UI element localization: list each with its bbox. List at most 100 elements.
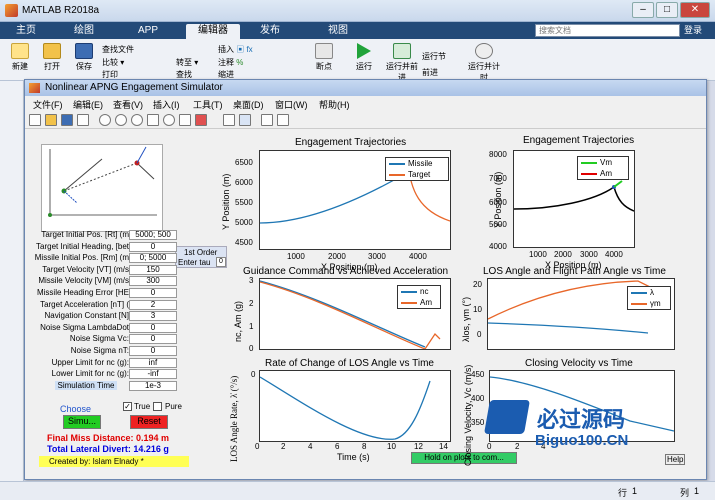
maximize-button[interactable]: □ bbox=[656, 2, 678, 18]
param-input[interactable]: 3 bbox=[129, 311, 177, 322]
tab-publish[interactable]: 发布 bbox=[250, 24, 290, 39]
param-input[interactable]: 0 bbox=[129, 346, 177, 356]
plot3-ytick: 0 bbox=[249, 344, 254, 353]
menu-edit[interactable]: 编辑(E) bbox=[73, 98, 103, 111]
new-button[interactable]: 新建 bbox=[6, 43, 34, 72]
breakpoints-button[interactable]: 断点 bbox=[310, 43, 338, 72]
plot1-ytick: 5500 bbox=[235, 198, 253, 207]
gamma-line bbox=[487, 280, 651, 320]
plot1-legend: Missile Target bbox=[385, 157, 449, 181]
param-label: Missile Heading Error [HE bbox=[36, 288, 129, 297]
engagement-geometry-diagram bbox=[41, 144, 163, 232]
comment-button[interactable]: 注释 % bbox=[218, 57, 243, 68]
save-figure-icon[interactable] bbox=[61, 114, 73, 126]
param-input[interactable]: 2 bbox=[129, 299, 177, 310]
param-input[interactable]: 5000; 500 bbox=[129, 230, 177, 240]
zoom-in-icon[interactable] bbox=[115, 114, 127, 126]
row-value: 1 bbox=[632, 486, 638, 496]
reset-button[interactable]: Reset bbox=[130, 415, 168, 429]
rotate-icon[interactable] bbox=[163, 114, 175, 126]
brush-icon[interactable] bbox=[195, 114, 207, 126]
run-button[interactable]: 运行 bbox=[350, 43, 378, 72]
first-order-label: 1st Order bbox=[184, 248, 218, 257]
plot2-ylabel: Y Position (m) bbox=[493, 171, 503, 228]
find-files-button[interactable]: 查找文件 bbox=[102, 44, 134, 55]
help-button[interactable]: Help bbox=[665, 454, 686, 465]
login-link[interactable]: 登录 bbox=[684, 23, 702, 36]
menu-desktop[interactable]: 桌面(D) bbox=[233, 98, 264, 111]
close-button[interactable]: ✕ bbox=[680, 2, 710, 18]
author-credit: Created by: Islam Elnady * bbox=[39, 456, 189, 467]
simulate-button[interactable]: Simu... bbox=[63, 415, 101, 429]
pointer-icon[interactable] bbox=[99, 114, 111, 126]
zoom-out-icon[interactable] bbox=[131, 114, 143, 126]
menu-window[interactable]: 窗口(W) bbox=[275, 98, 308, 111]
plot5-axes bbox=[259, 370, 451, 442]
legend-gamma: γm bbox=[650, 299, 661, 308]
plot1-xtick: 1000 bbox=[287, 252, 305, 261]
minimize-button[interactable]: – bbox=[632, 2, 654, 18]
tab-home[interactable]: 主页 bbox=[6, 24, 46, 39]
run-advance-button[interactable]: 运行并前进 bbox=[384, 43, 420, 83]
colorbar-icon[interactable] bbox=[239, 114, 251, 126]
insert-button[interactable]: 插入 ▣ fx bbox=[218, 44, 253, 55]
tab-apps[interactable]: APP bbox=[128, 24, 168, 39]
true-png-checkbox[interactable]: ✓ bbox=[123, 402, 132, 411]
link-plot-icon[interactable] bbox=[223, 114, 235, 126]
menu-insert[interactable]: 插入(I) bbox=[153, 98, 180, 111]
menu-file[interactable]: 文件(F) bbox=[33, 98, 63, 111]
param-input[interactable]: 0 bbox=[129, 334, 177, 345]
matlab-logo-icon bbox=[5, 4, 18, 17]
param-input[interactable]: 300 bbox=[129, 276, 177, 287]
open-button[interactable]: 打开 bbox=[38, 43, 66, 72]
plot5-ylabel: LOS Angle Rate, λ̇ (°/s) bbox=[229, 375, 239, 462]
tab-editor[interactable]: 编辑器 bbox=[186, 24, 240, 39]
plot2-xtick: 4000 bbox=[605, 250, 623, 259]
new-figure-icon[interactable] bbox=[29, 114, 41, 126]
param-input[interactable]: 0; 5000 bbox=[129, 253, 177, 264]
menu-view[interactable]: 查看(V) bbox=[113, 98, 143, 111]
param-input[interactable]: 0 bbox=[129, 241, 177, 252]
pure-png-checkbox[interactable] bbox=[153, 402, 162, 411]
enter-tau-label: Enter tau bbox=[178, 258, 211, 267]
goto-button[interactable]: 转至 ▾ bbox=[176, 57, 198, 68]
true-label: True bbox=[134, 402, 151, 411]
param-input[interactable]: 0 bbox=[129, 322, 177, 333]
plot5-ytick: 0 bbox=[251, 370, 256, 379]
tab-plots[interactable]: 绘图 bbox=[64, 24, 104, 39]
param-input[interactable]: -inf bbox=[129, 369, 177, 380]
plot6-xtick: 2 bbox=[515, 442, 520, 451]
tau-input[interactable]: 0 bbox=[216, 257, 226, 267]
param-input[interactable]: 0 bbox=[129, 288, 177, 298]
print-figure-icon[interactable] bbox=[77, 114, 89, 126]
param-input[interactable]: 150 bbox=[129, 264, 177, 275]
open-file-icon[interactable] bbox=[45, 114, 57, 126]
param-input[interactable]: 1e-3 bbox=[129, 380, 177, 391]
param-label: Noise Sigma nT: bbox=[70, 346, 129, 355]
plot6-ylabel: Closing Velocity, Vc (m/s) bbox=[463, 364, 473, 466]
compare-button[interactable]: 比较 ▾ bbox=[102, 57, 124, 68]
tab-view[interactable]: 视图 bbox=[318, 24, 358, 39]
plot3-ytick: 2 bbox=[249, 299, 254, 308]
menu-help[interactable]: 帮助(H) bbox=[319, 98, 350, 111]
search-docs-input[interactable]: 搜索文档 bbox=[535, 24, 680, 37]
save-button[interactable]: 保存 bbox=[70, 43, 98, 72]
advance-button[interactable]: 前进 bbox=[422, 67, 438, 78]
plot6-ytick: 400 bbox=[471, 394, 485, 403]
param-label: Lower Limit for nc (g): bbox=[51, 369, 129, 379]
menu-tools[interactable]: 工具(T) bbox=[193, 98, 223, 111]
data-cursor-icon[interactable] bbox=[179, 114, 191, 126]
stopwatch-icon bbox=[475, 43, 493, 59]
plot5-xtick: 12 bbox=[414, 442, 423, 451]
plot2-ytick: 8000 bbox=[489, 150, 507, 159]
run-time-button[interactable]: 运行并计时 bbox=[466, 43, 502, 83]
param-input[interactable]: inf bbox=[129, 357, 177, 368]
legend-icon[interactable] bbox=[261, 114, 273, 126]
plot1-title: Engagement Trajectories bbox=[295, 137, 407, 148]
pan-icon[interactable] bbox=[147, 114, 159, 126]
run-section-button[interactable]: 运行节 bbox=[422, 51, 446, 62]
figure-toolbar bbox=[25, 111, 706, 129]
plot5-xtick: 2 bbox=[281, 442, 286, 451]
hide-tools-icon[interactable] bbox=[277, 114, 289, 126]
geometry-diagram-svg bbox=[48, 146, 157, 217]
